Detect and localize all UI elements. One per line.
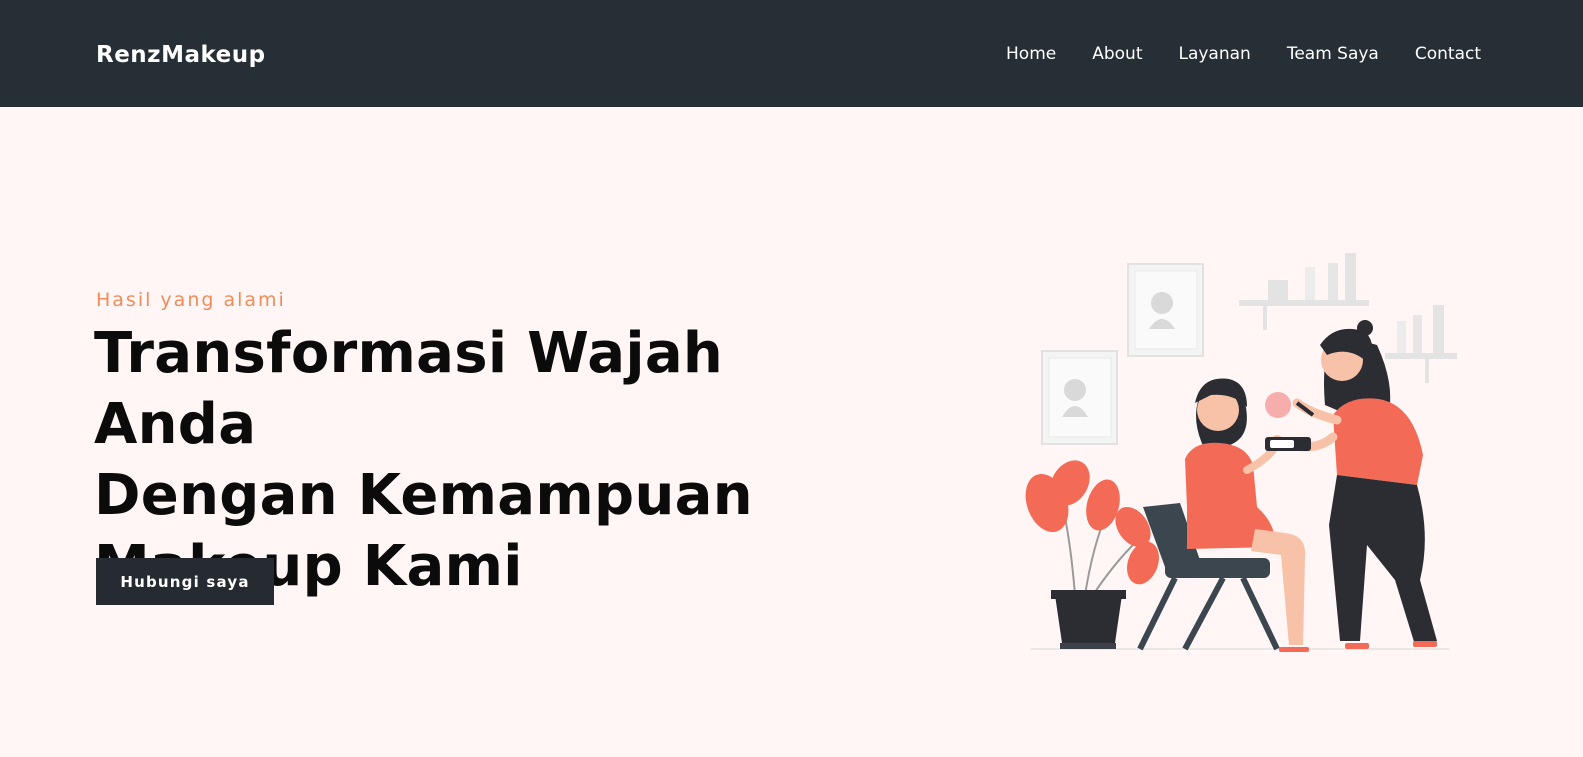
nav-link-team-saya[interactable]: Team Saya [1287, 40, 1379, 68]
brand-logo[interactable]: RenzMakeup [96, 38, 266, 72]
contact-cta-button[interactable]: Hubungi saya [96, 558, 274, 605]
hero-title-line-2: Dengan Kemampuan [94, 463, 753, 528]
nav-link-about[interactable]: About [1092, 40, 1142, 68]
frame-left-icon [1041, 350, 1118, 445]
main-nav: Home About Layanan Team Saya Contact [1006, 40, 1481, 68]
nav-link-contact[interactable]: Contact [1415, 40, 1481, 68]
frame-top-icon [1127, 263, 1204, 357]
top-navbar: RenzMakeup Home About Layanan Team Saya … [0, 0, 1583, 107]
makeup-session-illustration [1025, 253, 1457, 652]
hero-kicker: Hasil yang alami [96, 289, 286, 311]
nav-link-layanan[interactable]: Layanan [1178, 40, 1250, 68]
hero-title-line-1: Transformasi Wajah Anda [94, 321, 724, 457]
plant-icon [1025, 460, 1159, 649]
nav-link-home[interactable]: Home [1006, 40, 1056, 68]
